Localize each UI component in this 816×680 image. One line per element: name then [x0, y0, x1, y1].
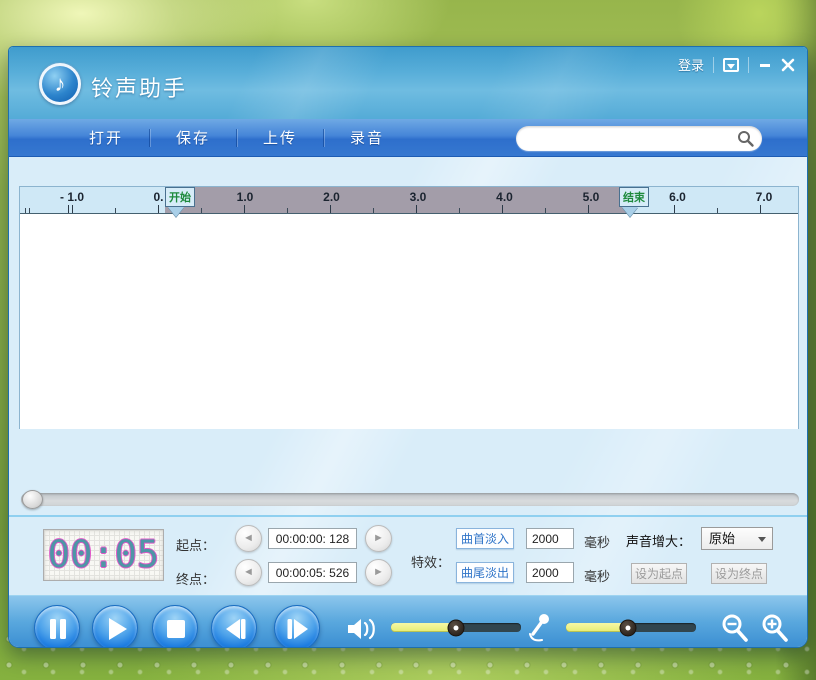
volume-slider-thumb[interactable]	[448, 619, 465, 636]
ruler-label: 7.0	[756, 190, 773, 204]
microphone-button[interactable]	[524, 612, 554, 648]
zoom-in-button[interactable]	[759, 612, 793, 648]
title-bar: ♪ 铃声助手 登录	[9, 47, 807, 119]
volume-slider[interactable]	[391, 623, 521, 632]
timeline-ruler[interactable]: - 1.0 0. 1.0 2.0 3.0 4.0 5.0 6.0 7.0 开始 结束	[20, 187, 798, 214]
waveform-scrollbar[interactable]	[21, 493, 799, 506]
set-end-button[interactable]: 设为终点	[711, 563, 767, 584]
mic-volume-slider[interactable]	[566, 623, 696, 632]
end-marker[interactable]: 结束	[619, 187, 649, 217]
stop-icon	[153, 606, 199, 648]
play-icon	[93, 606, 139, 648]
microphone-icon	[524, 612, 554, 646]
pause-icon	[35, 606, 81, 648]
play-button[interactable]	[92, 605, 138, 648]
ruler-major-ticks	[20, 205, 798, 213]
mic-slider-thumb[interactable]	[620, 619, 637, 636]
waveform-panel: - 1.0 0. 1.0 2.0 3.0 4.0 5.0 6.0 7.0 开始 结束	[19, 186, 799, 429]
start-marker-label: 开始	[165, 187, 195, 207]
fade-in-ms-field[interactable]	[526, 528, 574, 549]
search-box[interactable]	[516, 126, 762, 151]
zoom-in-icon	[759, 612, 793, 646]
step-forward-icon	[275, 606, 321, 648]
start-point-label: 起点：	[176, 535, 215, 554]
ruler-label: 1.0	[237, 190, 254, 204]
player-bar	[9, 595, 807, 648]
speaker-icon	[344, 614, 380, 644]
ruler-label: 4.0	[496, 190, 513, 204]
titlebar-separator	[748, 57, 749, 73]
start-increment-button[interactable]: ►	[365, 525, 392, 552]
ruler-label: 0.	[153, 190, 163, 204]
stop-button[interactable]	[152, 605, 198, 648]
search-icon[interactable]	[736, 129, 755, 148]
end-marker-pointer-icon	[622, 207, 638, 217]
toolbar: 打开保存上传录音	[9, 119, 807, 157]
zoom-out-icon	[719, 612, 753, 646]
login-button[interactable]: 登录	[678, 55, 704, 74]
waveform-display[interactable]	[20, 214, 798, 429]
fade-in-button[interactable]: 曲首淡入	[456, 528, 514, 549]
step-backward-button[interactable]	[211, 605, 257, 648]
volume-slider-fill	[391, 623, 456, 632]
ruler-label: 2.0	[323, 190, 340, 204]
ruler-label: 5.0	[583, 190, 600, 204]
close-button[interactable]	[781, 58, 795, 72]
ruler-label: - 1.0	[60, 190, 84, 204]
ruler-label: 3.0	[410, 190, 427, 204]
panel-divider	[9, 515, 807, 517]
app-logo-music-note-icon: ♪	[39, 63, 81, 105]
end-increment-button[interactable]: ►	[365, 559, 392, 586]
minimize-button[interactable]	[758, 58, 772, 72]
toolbar-button-3[interactable]: 录音	[324, 127, 410, 148]
step-forward-button[interactable]	[274, 605, 320, 648]
tray-dropdown-button[interactable]	[723, 58, 739, 72]
start-marker-pointer-icon	[168, 207, 184, 217]
start-time-field[interactable]	[268, 528, 357, 549]
end-point-label: 终点：	[176, 569, 215, 588]
fade-out-button[interactable]: 曲尾淡出	[456, 562, 514, 583]
dropdown-box-icon	[723, 58, 739, 72]
toolbar-button-2[interactable]: 上传	[237, 127, 323, 148]
set-start-button[interactable]: 设为起点	[631, 563, 687, 584]
speaker-button[interactable]	[344, 614, 380, 647]
toolbar-button-1[interactable]: 保存	[150, 127, 236, 148]
fade-out-ms-field[interactable]	[526, 562, 574, 583]
titlebar-separator	[713, 57, 714, 73]
gain-select[interactable]: 原始	[701, 527, 773, 550]
end-decrement-button[interactable]: ◄	[235, 559, 262, 586]
zoom-out-button[interactable]	[719, 612, 753, 648]
gain-label: 声音增大：	[626, 531, 691, 550]
app-window: ♪ 铃声助手 登录 打开保存上传录音	[8, 46, 808, 648]
fade-out-ms-unit: 毫秒	[584, 566, 610, 585]
start-marker[interactable]: 开始	[165, 187, 195, 217]
effects-label: 特效：	[411, 552, 450, 571]
gain-selected-value: 原始	[709, 531, 735, 546]
end-marker-label: 结束	[619, 187, 649, 207]
scrollbar-thumb[interactable]	[22, 490, 43, 509]
pause-button[interactable]	[34, 605, 80, 648]
ruler-label: 6.0	[669, 190, 686, 204]
content-area: - 1.0 0. 1.0 2.0 3.0 4.0 5.0 6.0 7.0 开始 结束 00:05…	[9, 157, 807, 595]
app-title: 铃声助手	[91, 71, 187, 103]
toolbar-menu: 打开保存上传录音	[63, 119, 410, 156]
close-icon	[781, 58, 795, 72]
step-backward-icon	[212, 606, 258, 648]
toolbar-button-0[interactable]: 打开	[63, 127, 149, 148]
time-display: 00:05	[43, 529, 164, 581]
end-time-field[interactable]	[268, 562, 357, 583]
start-decrement-button[interactable]: ◄	[235, 525, 262, 552]
fade-in-ms-unit: 毫秒	[584, 532, 610, 551]
search-input[interactable]	[528, 128, 728, 148]
minimize-icon	[758, 58, 772, 72]
